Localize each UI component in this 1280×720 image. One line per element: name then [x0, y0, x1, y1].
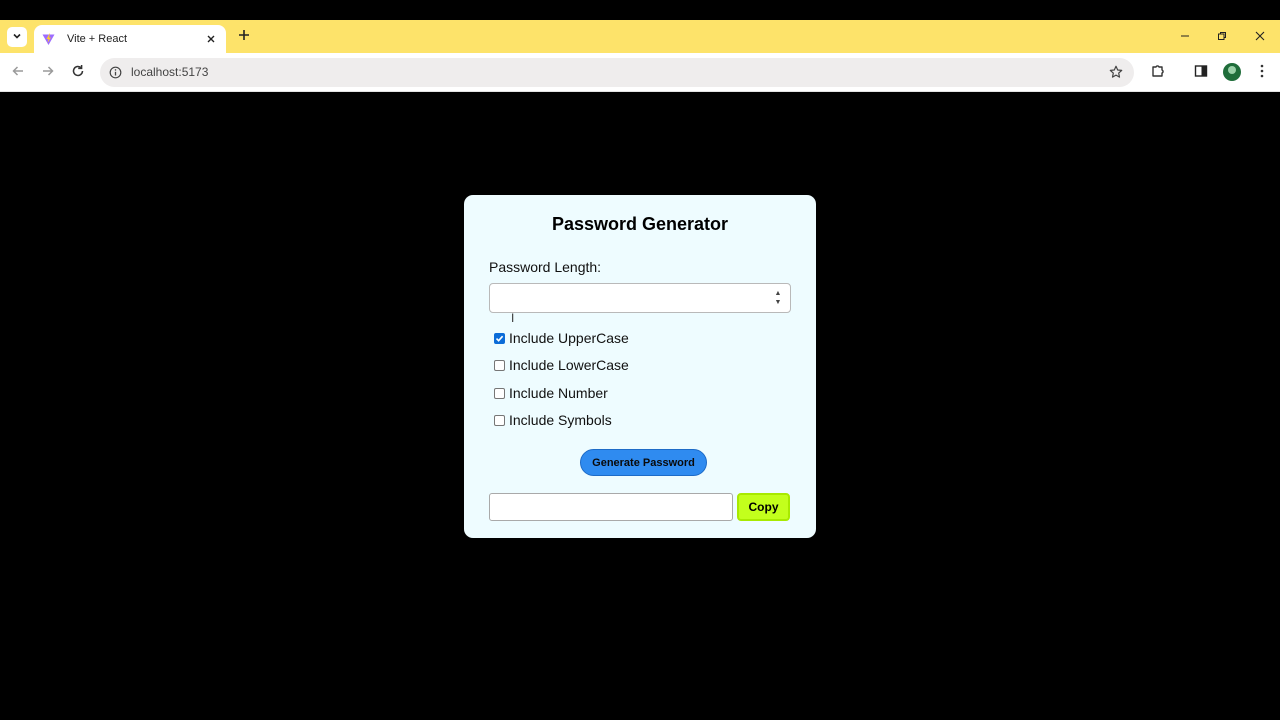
- generate-password-button[interactable]: Generate Password: [580, 449, 707, 476]
- option-number[interactable]: Include Number: [494, 384, 608, 402]
- symbols-checkbox[interactable]: [494, 414, 505, 426]
- uppercase-checkbox[interactable]: [494, 332, 505, 344]
- kebab-menu-icon: [1260, 64, 1264, 83]
- forward-arrow-icon: [41, 64, 55, 83]
- reload-button[interactable]: [68, 63, 88, 83]
- extensions-button[interactable]: [1148, 63, 1168, 83]
- password-generator-card: Password Generator Password Length: ▲ ▼ …: [464, 195, 816, 538]
- reload-icon: [71, 64, 85, 83]
- tab-search-button[interactable]: [7, 27, 27, 47]
- number-spinner[interactable]: ▲ ▼: [773, 290, 783, 306]
- password-length-label: Password Length:: [489, 259, 602, 275]
- chevron-down-icon: [12, 28, 22, 46]
- number-checkbox[interactable]: [494, 387, 505, 399]
- side-panel-button[interactable]: [1191, 63, 1211, 83]
- back-arrow-icon: [11, 64, 25, 83]
- close-icon[interactable]: [203, 31, 219, 47]
- option-symbols[interactable]: Include Symbols: [494, 411, 612, 429]
- spin-up-icon[interactable]: ▲: [775, 290, 782, 297]
- tab-strip: Vite + React: [0, 20, 1280, 53]
- profile-avatar[interactable]: [1223, 63, 1241, 81]
- minimize-icon: [1180, 28, 1190, 46]
- puzzle-icon: [1151, 63, 1166, 83]
- letterbox-top: [0, 0, 1280, 20]
- forward-button[interactable]: [38, 63, 58, 83]
- number-label: Include Number: [509, 385, 608, 401]
- browser-toolbar: localhost:5173: [0, 53, 1280, 92]
- option-lowercase[interactable]: Include LowerCase: [494, 356, 629, 374]
- side-panel-icon: [1194, 64, 1208, 83]
- symbols-label: Include Symbols: [509, 412, 612, 428]
- menu-button[interactable]: [1252, 63, 1272, 83]
- new-tab-button[interactable]: [235, 28, 253, 46]
- page-title: Password Generator: [551, 214, 729, 234]
- vite-logo-icon: [41, 32, 55, 46]
- url-text: localhost:5173: [131, 65, 209, 79]
- info-icon[interactable]: [107, 64, 123, 80]
- back-button[interactable]: [8, 63, 28, 83]
- close-window-button[interactable]: [1250, 28, 1270, 46]
- restore-button[interactable]: [1212, 28, 1232, 46]
- text-cursor-icon: I: [511, 311, 515, 325]
- uppercase-label: Include UpperCase: [509, 330, 629, 346]
- minimize-button[interactable]: [1175, 28, 1195, 46]
- lowercase-checkbox[interactable]: [494, 359, 505, 371]
- tab-active[interactable]: Vite + React: [34, 25, 226, 53]
- copy-button[interactable]: Copy: [737, 493, 790, 521]
- star-icon[interactable]: [1108, 64, 1124, 80]
- close-icon: [1255, 28, 1265, 46]
- tab-title: Vite + React: [67, 33, 128, 45]
- letterbox-bottom: [0, 700, 1280, 720]
- spin-down-icon[interactable]: ▼: [775, 299, 782, 306]
- restore-icon: [1217, 28, 1227, 46]
- page-viewport: Password Generator Password Length: ▲ ▼ …: [0, 93, 1280, 700]
- checkmark-icon: [495, 335, 504, 342]
- option-uppercase[interactable]: Include UpperCase: [494, 329, 629, 347]
- password-length-input[interactable]: ▲ ▼: [489, 283, 791, 313]
- plus-icon: [238, 28, 250, 46]
- lowercase-label: Include LowerCase: [509, 357, 629, 373]
- address-bar[interactable]: localhost:5173: [100, 58, 1134, 87]
- generated-password-field[interactable]: [489, 493, 733, 521]
